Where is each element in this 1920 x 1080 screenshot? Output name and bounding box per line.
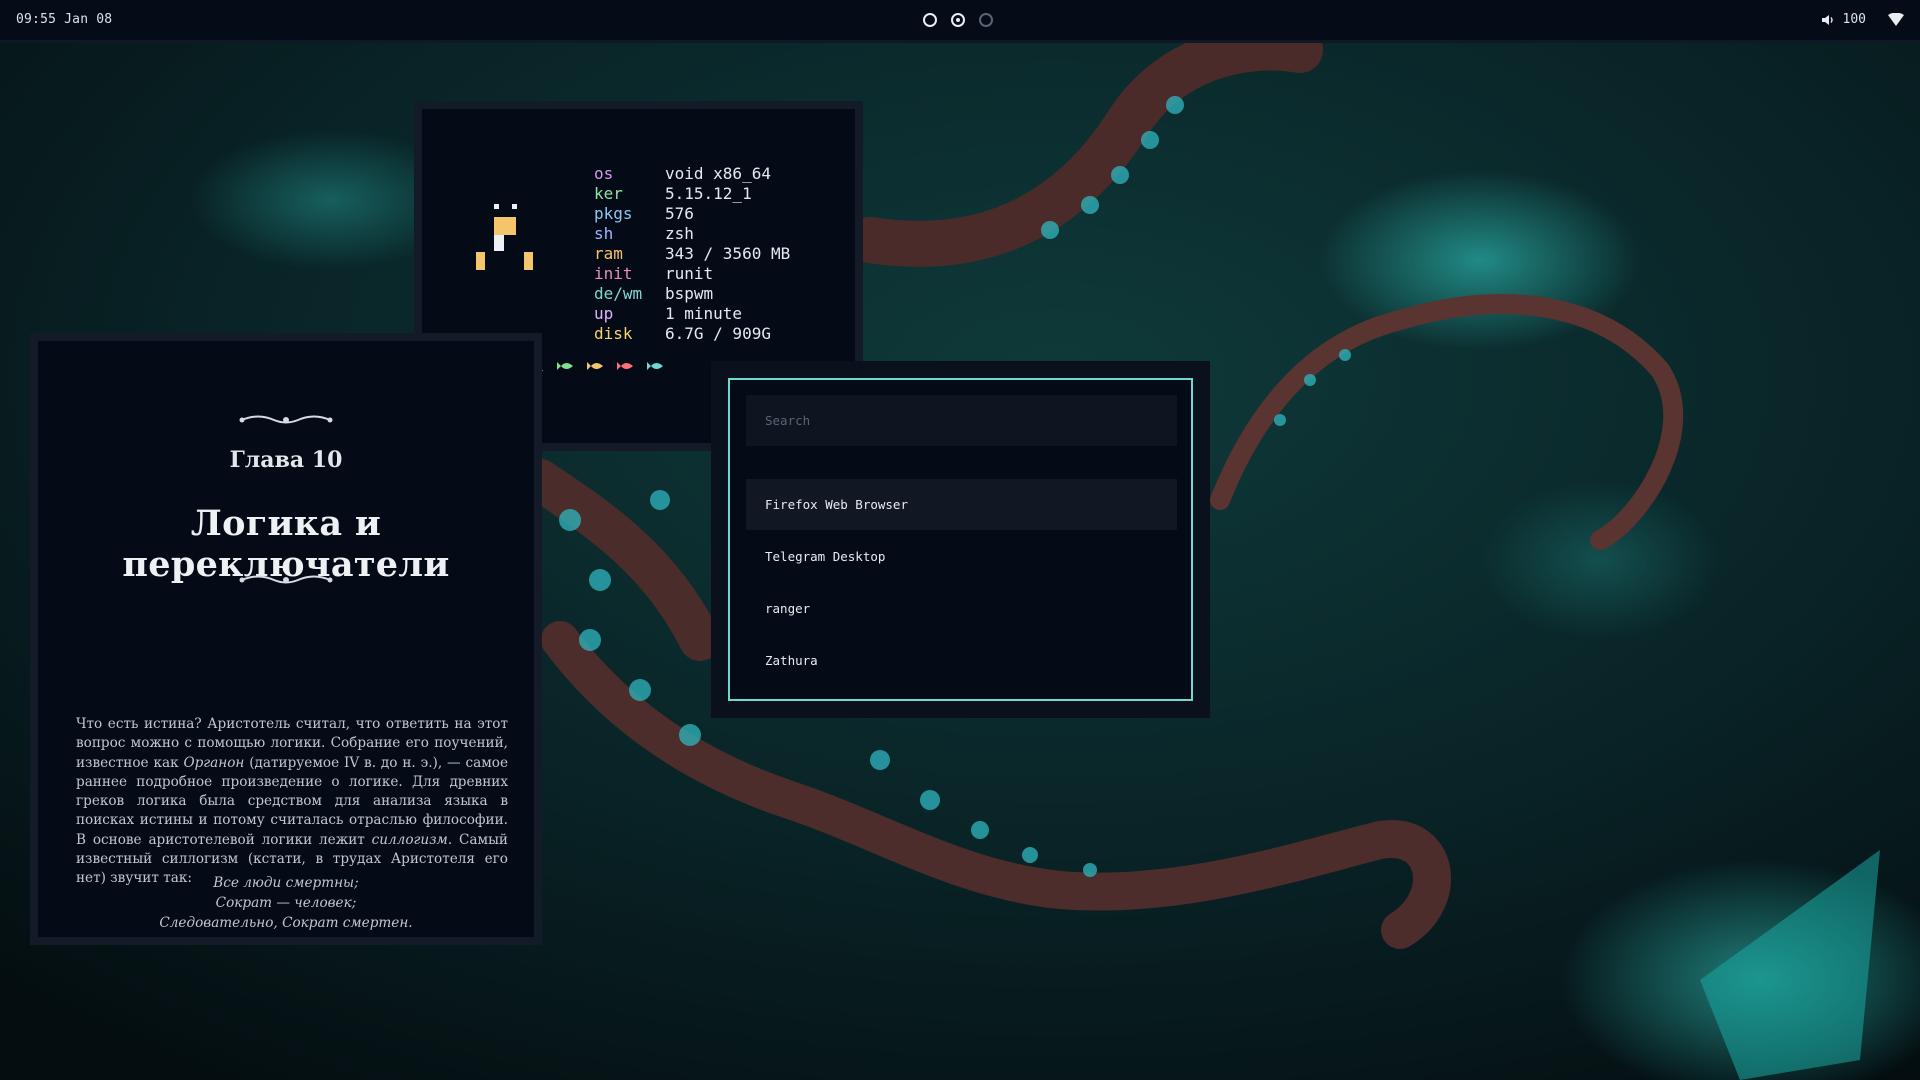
info-row-packages: pkgs 576: [594, 204, 790, 224]
info-value: 343 / 3560 MB: [665, 244, 791, 263]
info-value: runit: [665, 264, 714, 283]
info-row-shell: sh zsh: [594, 224, 790, 244]
list-item-ranger[interactable]: ranger: [746, 583, 1177, 634]
fish-icon: [647, 362, 663, 370]
verse-line: Сократ — человек;: [215, 895, 357, 911]
body-paragraph: Что есть истина? Аристотель считал, что …: [76, 715, 508, 889]
info-key: de/wm: [594, 284, 643, 303]
info-value: 576: [665, 204, 694, 223]
search-box[interactable]: [746, 395, 1177, 446]
wifi-icon[interactable]: [1888, 12, 1904, 27]
info-row-wm: de/wm bspwm: [594, 284, 790, 304]
document-viewer-window[interactable]: Глава 10 Логика и переключатели Что есть…: [30, 333, 542, 945]
emphasis-text: Органон: [183, 754, 245, 771]
info-value: zsh: [665, 224, 694, 243]
void-ascii-logo: [476, 204, 533, 270]
info-value: 6.7G / 909G: [665, 324, 771, 343]
volume-level: 100: [1842, 12, 1866, 27]
info-key: up: [594, 304, 614, 323]
system-info: os void x86_64 ker 5.15.12_1 pkgs 576 sh zsh…: [594, 164, 790, 344]
info-key: disk: [594, 324, 633, 343]
search-input[interactable]: [746, 395, 1177, 446]
color-palette: [526, 359, 664, 373]
launcher-frame: Firefox Web Browser Telegram Desktop ran…: [728, 378, 1193, 701]
info-key: pkgs: [594, 204, 633, 223]
fish-icon: [587, 362, 603, 370]
workspace-2[interactable]: [951, 13, 965, 27]
clock: 09:55 Jan 08: [16, 12, 113, 27]
list-item-zathura[interactable]: Zathura: [746, 635, 1177, 686]
info-value: 5.15.12_1: [665, 184, 752, 203]
info-key: ram: [594, 244, 623, 263]
info-key: os: [594, 164, 614, 183]
info-row-disk: disk 6.7G / 909G: [594, 324, 790, 344]
list-item-telegram[interactable]: Telegram Desktop: [746, 531, 1177, 582]
info-row-ram: ram 343 / 3560 MB: [594, 244, 790, 264]
verse-line: Следовательно, Сократ смертен.: [159, 915, 413, 931]
info-value: void x86_64: [665, 164, 771, 183]
ornament-divider: [239, 575, 333, 584]
ornament-divider: [239, 415, 333, 424]
verse-line: Все люди смертны;: [213, 875, 359, 891]
top-bar: 09:55 Jan 08 100: [0, 0, 1920, 43]
info-key: init: [594, 264, 633, 283]
info-value: 1 minute: [665, 304, 743, 323]
speaker-icon[interactable]: [1821, 13, 1835, 27]
syllogism-verse: Все люди смертны; Сократ — человек; След…: [38, 873, 534, 933]
fish-icon: [557, 362, 573, 370]
app-list: Firefox Web Browser Telegram Desktop ran…: [746, 479, 1177, 687]
info-row-uptime: up 1 minute: [594, 304, 790, 324]
info-row-init: init runit: [594, 264, 790, 284]
info-key: sh: [594, 224, 614, 243]
info-value: bspwm: [665, 284, 714, 303]
system-tray: 100: [1821, 12, 1904, 27]
workspace-1[interactable]: [923, 13, 937, 27]
chapter-number: Глава 10: [229, 447, 343, 473]
info-row-os: os void x86_64: [594, 164, 790, 184]
info-row-kernel: ker 5.15.12_1: [594, 184, 790, 204]
emphasis-text: силлогизм: [371, 831, 448, 848]
app-launcher[interactable]: Firefox Web Browser Telegram Desktop ran…: [711, 361, 1210, 718]
workspace-3[interactable]: [979, 13, 993, 27]
list-item-firefox[interactable]: Firefox Web Browser: [746, 479, 1177, 530]
fish-icon: [617, 362, 633, 370]
workspace-indicator: [923, 13, 993, 29]
info-key: ker: [594, 184, 623, 203]
